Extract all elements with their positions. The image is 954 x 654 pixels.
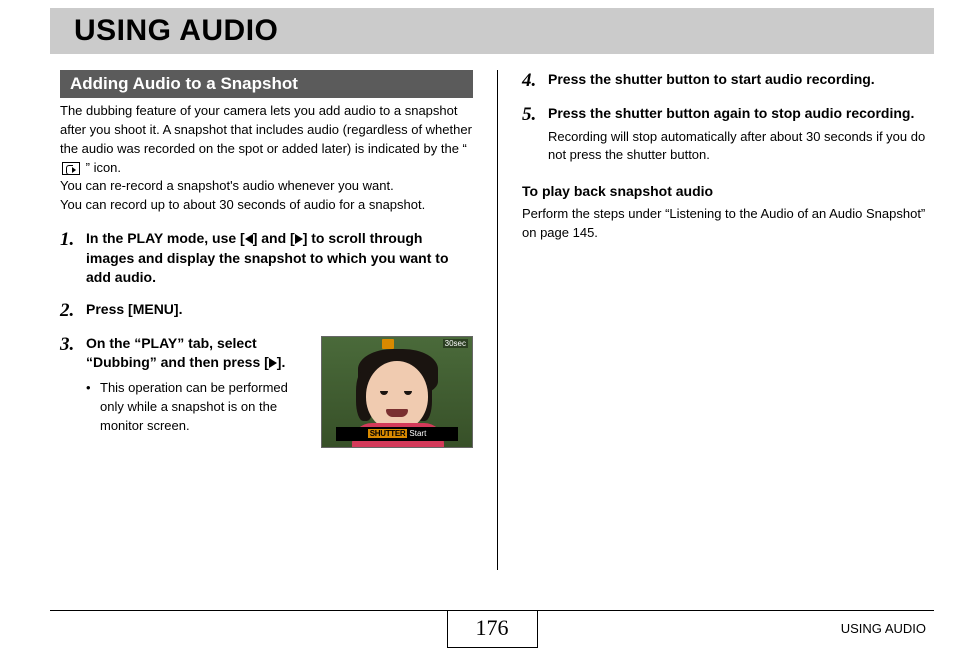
step-3: 3. On the “PLAY” tab, select “Dubbing” a… xyxy=(60,334,473,448)
page-title: USING AUDIO xyxy=(74,14,934,48)
step-3-b: ]. xyxy=(277,354,286,370)
step-5: 5. Press the shutter button again to sto… xyxy=(522,104,934,165)
step-number: 2. xyxy=(60,300,86,322)
start-label: Start xyxy=(409,429,426,438)
step-3-title: On the “PLAY” tab, select “Dubbing” and … xyxy=(86,334,305,373)
step-5-sub: Recording will stop automatically after … xyxy=(548,128,934,166)
step-2: 2. Press [MENU]. xyxy=(60,300,473,322)
intro-text-d: You can record up to about 30 seconds of… xyxy=(60,197,425,212)
bullet-item: • This operation can be performed only w… xyxy=(86,379,305,436)
left-column: Adding Audio to a Snapshot The dubbing f… xyxy=(60,70,497,570)
page-number: 176 xyxy=(447,611,538,648)
step-1-title: In the PLAY mode, use [] and [] to scrol… xyxy=(86,229,473,288)
camera-screenshot: 30sec SH xyxy=(321,336,473,448)
step-number: 3. xyxy=(60,334,86,448)
intro-text-b: ” icon. xyxy=(86,160,121,175)
audio-snapshot-icon xyxy=(62,162,80,175)
bullet-dot-icon: • xyxy=(86,379,100,436)
step-1: 1. In the PLAY mode, use [] and [] to sc… xyxy=(60,229,473,288)
step-number: 4. xyxy=(522,70,548,92)
step-4-title: Press the shutter button to start audio … xyxy=(548,70,934,90)
section-heading: Adding Audio to a Snapshot xyxy=(60,70,473,98)
step-3-bullets: • This operation can be performed only w… xyxy=(86,379,305,436)
page-footer: 176 USING AUDIO xyxy=(50,610,934,654)
step-2-title: Press [MENU]. xyxy=(86,300,473,320)
intro-text-c: You can re-record a snapshot's audio whe… xyxy=(60,178,394,193)
step-4: 4. Press the shutter button to start aud… xyxy=(522,70,934,92)
right-column: 4. Press the shutter button to start aud… xyxy=(497,70,934,570)
shutter-label: SHUTTER xyxy=(368,429,408,438)
step-number: 1. xyxy=(60,229,86,288)
screenshot-rec-icon xyxy=(382,339,394,349)
page-title-bar: USING AUDIO xyxy=(50,8,934,54)
content-columns: Adding Audio to a Snapshot The dubbing f… xyxy=(60,70,934,570)
step-5-title: Press the shutter button again to stop a… xyxy=(548,104,934,124)
steps-left: 1. In the PLAY mode, use [] and [] to sc… xyxy=(60,229,473,448)
right-arrow-icon xyxy=(269,358,277,368)
footer-caption: USING AUDIO xyxy=(841,621,926,636)
bullet-text: This operation can be performed only whi… xyxy=(100,379,305,436)
intro-text-a: The dubbing feature of your camera lets … xyxy=(60,103,472,156)
playback-heading: To play back snapshot audio xyxy=(522,183,934,199)
step-1-b: ] and [ xyxy=(253,230,295,246)
right-arrow-icon xyxy=(295,234,303,244)
step-1-a: In the PLAY mode, use [ xyxy=(86,230,245,246)
intro-paragraph: The dubbing feature of your camera lets … xyxy=(60,102,473,215)
step-number: 5. xyxy=(522,104,548,165)
playback-text: Perform the steps under “Listening to th… xyxy=(522,205,934,243)
step-3-a: On the “PLAY” tab, select “Dubbing” and … xyxy=(86,335,269,371)
left-arrow-icon xyxy=(245,234,253,244)
screenshot-time-badge: 30sec xyxy=(443,339,468,348)
screenshot-shutter-bar: SHUTTER Start xyxy=(336,427,458,441)
